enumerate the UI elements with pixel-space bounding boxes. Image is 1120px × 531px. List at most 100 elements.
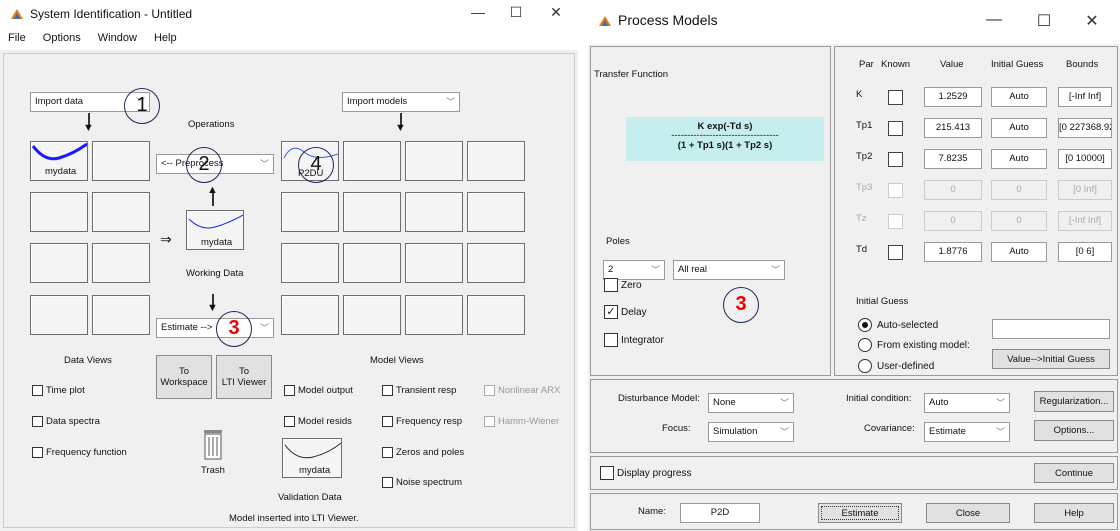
- minimize-icon[interactable]: —: [984, 11, 1004, 29]
- menu-file[interactable]: File: [8, 32, 26, 44]
- model-slot[interactable]: [343, 192, 401, 232]
- zero-checkbox[interactable]: Zero: [604, 278, 642, 292]
- model-slot[interactable]: [405, 243, 463, 283]
- model-resids-checkbox[interactable]: Model resids: [284, 416, 352, 427]
- model-slot[interactable]: [405, 295, 463, 335]
- status-text: Model inserted into LTI Viewer.: [229, 513, 359, 524]
- minimize-icon[interactable]: —: [468, 4, 488, 20]
- data-slot[interactable]: [30, 243, 88, 283]
- poles-label: Poles: [606, 236, 630, 247]
- close-icon[interactable]: ✕: [546, 4, 566, 21]
- param-known-checkbox[interactable]: [888, 90, 903, 105]
- estimate-button[interactable]: Estimate: [818, 503, 902, 523]
- param-initial-guess-field[interactable]: Auto: [991, 242, 1047, 262]
- disturbance-model-label: Disturbance Model:: [618, 393, 700, 404]
- model-slot[interactable]: [343, 243, 401, 283]
- to-workspace-button[interactable]: To Workspace: [156, 355, 212, 399]
- param-initial-guess-field[interactable]: Auto: [991, 149, 1047, 169]
- covariance-dropdown[interactable]: Estimate ﹀: [924, 422, 1010, 442]
- close-button[interactable]: Close: [926, 503, 1010, 523]
- param-value-field[interactable]: 1.2529: [924, 87, 982, 107]
- model-slot[interactable]: [343, 141, 401, 181]
- param-initial-guess-field: 0: [991, 180, 1047, 200]
- trash-icon[interactable]: [202, 428, 224, 460]
- user-defined-radio[interactable]: User-defined: [858, 359, 934, 373]
- model-output-checkbox[interactable]: Model output: [284, 385, 353, 396]
- data-spectra-checkbox[interactable]: Data spectra: [32, 416, 100, 427]
- from-existing-radio[interactable]: From existing model:: [858, 338, 970, 352]
- estimate-dropdown[interactable]: Estimate --> ﹀: [156, 318, 274, 338]
- zeros-poles-checkbox[interactable]: Zeros and poles: [382, 447, 464, 458]
- marker-2: 2: [186, 147, 222, 183]
- data-slot-mydata[interactable]: mydata: [30, 141, 88, 181]
- maximize-icon[interactable]: ☐: [1034, 11, 1054, 31]
- param-initial-guess-field[interactable]: Auto: [991, 87, 1047, 107]
- continue-button[interactable]: Continue: [1034, 463, 1114, 483]
- model-slot[interactable]: [467, 192, 525, 232]
- model-slot[interactable]: [467, 243, 525, 283]
- menu-help[interactable]: Help: [154, 32, 177, 44]
- close-icon[interactable]: ✕: [1082, 11, 1102, 31]
- model-slot[interactable]: [281, 243, 339, 283]
- menu-options[interactable]: Options: [43, 32, 81, 44]
- param-known-checkbox[interactable]: [888, 245, 903, 260]
- param-bounds-field[interactable]: [0 10000]: [1058, 149, 1112, 169]
- delay-checkbox[interactable]: ✓ Delay: [604, 305, 647, 319]
- maximize-icon[interactable]: ☐: [506, 4, 526, 21]
- frequency-resp-checkbox[interactable]: Frequency resp: [382, 416, 462, 427]
- menu-bar: File Options Window Help: [0, 28, 578, 50]
- param-known-checkbox[interactable]: [888, 152, 903, 167]
- model-slot[interactable]: [467, 295, 525, 335]
- regularization-button[interactable]: Regularization...: [1034, 391, 1114, 412]
- chevron-down-icon: ﹀: [770, 265, 780, 275]
- chevron-down-icon: ﹀: [445, 97, 455, 107]
- model-slot[interactable]: [467, 141, 525, 181]
- name-field[interactable]: P2D: [680, 503, 760, 523]
- value-to-initial-guess-button[interactable]: Value-->Initial Guess: [992, 349, 1110, 369]
- display-progress-checkbox[interactable]: Display progress: [600, 466, 691, 480]
- param-value-field[interactable]: 1.8776: [924, 242, 982, 262]
- noise-spectrum-checkbox[interactable]: Noise spectrum: [382, 477, 462, 488]
- time-plot-checkbox[interactable]: Time plot: [32, 385, 85, 396]
- integrator-checkbox[interactable]: Integrator: [604, 333, 664, 347]
- disturbance-model-dropdown[interactable]: None ﹀: [708, 393, 794, 413]
- frequency-function-checkbox[interactable]: Frequency function: [32, 447, 127, 458]
- focus-dropdown[interactable]: Simulation ﹀: [708, 422, 794, 442]
- transient-resp-checkbox[interactable]: Transient resp: [382, 385, 456, 396]
- data-slot[interactable]: [30, 295, 88, 335]
- working-data-slot[interactable]: mydata: [186, 210, 244, 250]
- data-slot[interactable]: [30, 192, 88, 232]
- data-slot[interactable]: [92, 243, 150, 283]
- model-slot[interactable]: [405, 141, 463, 181]
- arrow-head-icon: ▼: [395, 122, 406, 134]
- to-lti-viewer-button[interactable]: To LTI Viewer: [216, 355, 272, 399]
- model-slot[interactable]: [281, 295, 339, 335]
- param-value-field[interactable]: 7.8235: [924, 149, 982, 169]
- operations-label: Operations: [188, 119, 235, 130]
- options-button[interactable]: Options...: [1034, 420, 1114, 441]
- param-name: Td: [856, 244, 868, 255]
- auto-selected-radio[interactable]: Auto-selected: [858, 318, 938, 332]
- data-slot[interactable]: [92, 295, 150, 335]
- model-slot[interactable]: [343, 295, 401, 335]
- initial-condition-dropdown[interactable]: Auto ﹀: [924, 393, 1010, 413]
- menu-window[interactable]: Window: [98, 32, 137, 44]
- param-bounds-field[interactable]: [0 227368.92: [1058, 118, 1112, 138]
- model-slot[interactable]: [281, 192, 339, 232]
- data-slot[interactable]: [92, 192, 150, 232]
- poles-type-dropdown[interactable]: All real ﹀: [673, 260, 785, 280]
- existing-model-field[interactable]: [992, 319, 1110, 339]
- import-models-dropdown[interactable]: Import models ﹀: [342, 92, 460, 112]
- param-known-checkbox[interactable]: [888, 121, 903, 136]
- param-bounds-field[interactable]: [0 6]: [1058, 242, 1112, 262]
- param-value-field[interactable]: 215.413: [924, 118, 982, 138]
- poles-count-dropdown[interactable]: 2 ﹀: [603, 260, 665, 280]
- model-slot[interactable]: [405, 192, 463, 232]
- validation-data-slot[interactable]: mydata: [282, 438, 342, 478]
- param-bounds-field[interactable]: [-Inf Inf]: [1058, 87, 1112, 107]
- known-header: Known: [881, 59, 911, 70]
- help-button[interactable]: Help: [1034, 503, 1114, 523]
- data-slot[interactable]: [92, 141, 150, 181]
- param-known-checkbox: [888, 214, 903, 229]
- param-initial-guess-field[interactable]: Auto: [991, 118, 1047, 138]
